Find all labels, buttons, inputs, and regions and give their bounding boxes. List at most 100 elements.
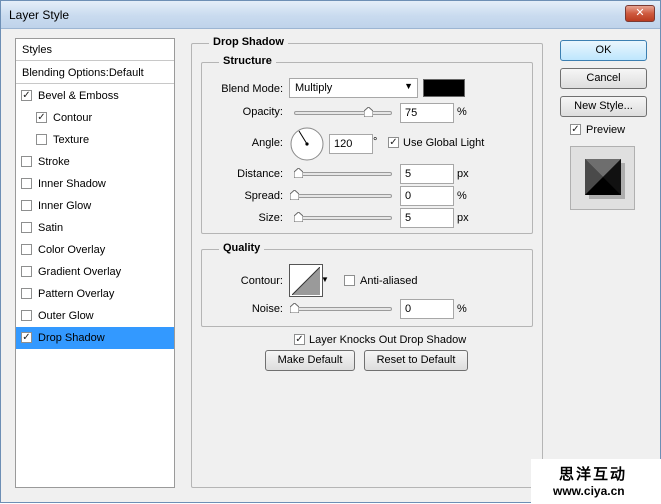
size-slider-thumb[interactable] [294,212,303,222]
sidebar-item-label: Outer Glow [38,310,94,322]
title-bar[interactable]: Layer Style ✕ [1,1,660,29]
satin-checkbox[interactable] [21,222,32,233]
anti-aliased-checkbox[interactable] [344,275,355,286]
sidebar-item-outer-glow[interactable]: Outer Glow [16,305,174,327]
contour-checkbox[interactable]: ✓ [36,112,47,123]
contour-dropdown-icon[interactable]: ▼ [321,275,329,284]
size-slider[interactable] [294,216,392,220]
styles-header-label: Styles [22,44,52,56]
texture-checkbox[interactable] [36,134,47,145]
noise-input[interactable]: 0 [400,299,454,319]
sidebar-item-label: Stroke [38,156,70,168]
sidebar-item-gradient-overlay[interactable]: Gradient Overlay [16,261,174,283]
quality-title: Quality [219,242,265,254]
outer-glow-checkbox[interactable] [21,310,32,321]
chevron-down-icon: ▼ [404,81,413,91]
spread-input[interactable]: 0 [400,186,454,206]
sidebar-item-inner-shadow[interactable]: Inner Shadow [16,173,174,195]
angle-label: Angle: [251,137,283,149]
sidebar-item-drop-shadow[interactable]: ✓ Drop Shadow [16,327,174,349]
preview-thumbnail-icon [585,159,625,199]
ok-button[interactable]: OK [560,40,647,61]
opacity-slider[interactable] [294,111,392,115]
spread-slider-thumb[interactable] [290,190,299,200]
sidebar-item-stroke[interactable]: Stroke [16,151,174,173]
spread-slider[interactable] [294,194,392,198]
spread-value: 0 [405,190,412,202]
noise-slider-thumb[interactable] [290,303,299,313]
angle-dial[interactable] [289,126,325,162]
sidebar-item-label: Satin [38,222,64,234]
distance-label: Distance: [237,168,283,180]
distance-unit: px [457,168,469,180]
preview-checkbox[interactable]: ✓ [570,124,581,135]
gradient-overlay-checkbox[interactable] [21,266,32,277]
angle-input[interactable]: 120 [329,134,373,154]
opacity-unit: % [457,106,467,118]
distance-input[interactable]: 5 [400,164,454,184]
blending-options-label: Blending Options:Default [22,67,144,79]
sidebar-item-label: Drop Shadow [38,332,105,344]
new-style-button[interactable]: New Style... [560,96,647,117]
opacity-value: 75 [405,107,418,119]
make-default-button[interactable]: Make Default [265,350,355,371]
distance-slider-thumb[interactable] [294,168,303,178]
blend-mode-select[interactable]: Multiply ▼ [289,78,418,98]
styles-list: Styles Blending Options:Default ✓ Bevel … [15,38,175,488]
shadow-color-swatch[interactable] [423,79,465,97]
shadow-color-fill [424,80,464,96]
noise-slider[interactable] [294,307,392,311]
size-unit: px [457,212,469,224]
bevel-emboss-checkbox[interactable]: ✓ [21,90,32,101]
size-input[interactable]: 5 [400,208,454,228]
distance-value: 5 [405,168,412,180]
inner-glow-checkbox[interactable] [21,200,32,211]
opacity-label: Opacity: [242,106,283,118]
sidebar-item-texture[interactable]: Texture [16,129,174,151]
contour-linear-icon [292,267,320,295]
opacity-slider-thumb[interactable] [363,107,373,117]
knock-out-label: Layer Knocks Out Drop Shadow [309,334,467,346]
stroke-checkbox[interactable] [21,156,32,167]
distance-slider[interactable] [294,172,392,176]
use-global-light-label: Use Global Light [403,137,485,149]
noise-unit: % [457,303,467,315]
sidebar-item-satin[interactable]: Satin [16,217,174,239]
sidebar-item-color-overlay[interactable]: Color Overlay [16,239,174,261]
sidebar-item-contour[interactable]: ✓ Contour [16,107,174,129]
contour-label: Contour: [240,275,283,287]
drop-shadow-checkbox[interactable]: ✓ [21,332,32,343]
structure-title: Structure [219,55,276,67]
close-button[interactable]: ✕ [625,5,655,22]
window-title: Layer Style [9,8,70,22]
reset-to-default-button[interactable]: Reset to Default [364,350,468,371]
size-label: Size: [258,212,283,224]
spread-unit: % [457,190,467,202]
layer-style-dialog: Layer Style ✕ Styles Blending Options:De… [0,0,661,504]
cancel-button[interactable]: Cancel [560,68,647,89]
watermark-line2: www.ciya.cn [553,484,625,498]
styles-header[interactable]: Styles [16,39,174,61]
knock-out-checkbox[interactable]: ✓ [294,334,305,345]
opacity-input[interactable]: 75 [400,103,454,123]
sidebar-item-label: Gradient Overlay [38,266,122,278]
sidebar-item-inner-glow[interactable]: Inner Glow [16,195,174,217]
contour-picker[interactable] [289,264,323,297]
style-preview [570,146,635,210]
spread-label: Spread: [244,190,283,202]
anti-aliased-label: Anti-aliased [360,275,418,287]
sidebar-item-pattern-overlay[interactable]: Pattern Overlay [16,283,174,305]
color-overlay-checkbox[interactable] [21,244,32,255]
use-global-light-checkbox[interactable]: ✓ [388,137,399,148]
preview-label: Preview [586,124,626,136]
inner-shadow-checkbox[interactable] [21,178,32,189]
blend-mode-value: Multiply [295,82,333,94]
watermark: 思洋互动 www.ciya.cn [531,459,661,504]
pattern-overlay-checkbox[interactable] [21,288,32,299]
drop-shadow-title: Drop Shadow [209,36,288,48]
blending-options-item[interactable]: Blending Options:Default [16,62,174,84]
sidebar-item-label: Pattern Overlay [38,288,115,300]
sidebar-item-bevel-emboss[interactable]: ✓ Bevel & Emboss [16,85,174,107]
size-value: 5 [405,212,412,224]
angle-unit: ° [373,136,378,148]
